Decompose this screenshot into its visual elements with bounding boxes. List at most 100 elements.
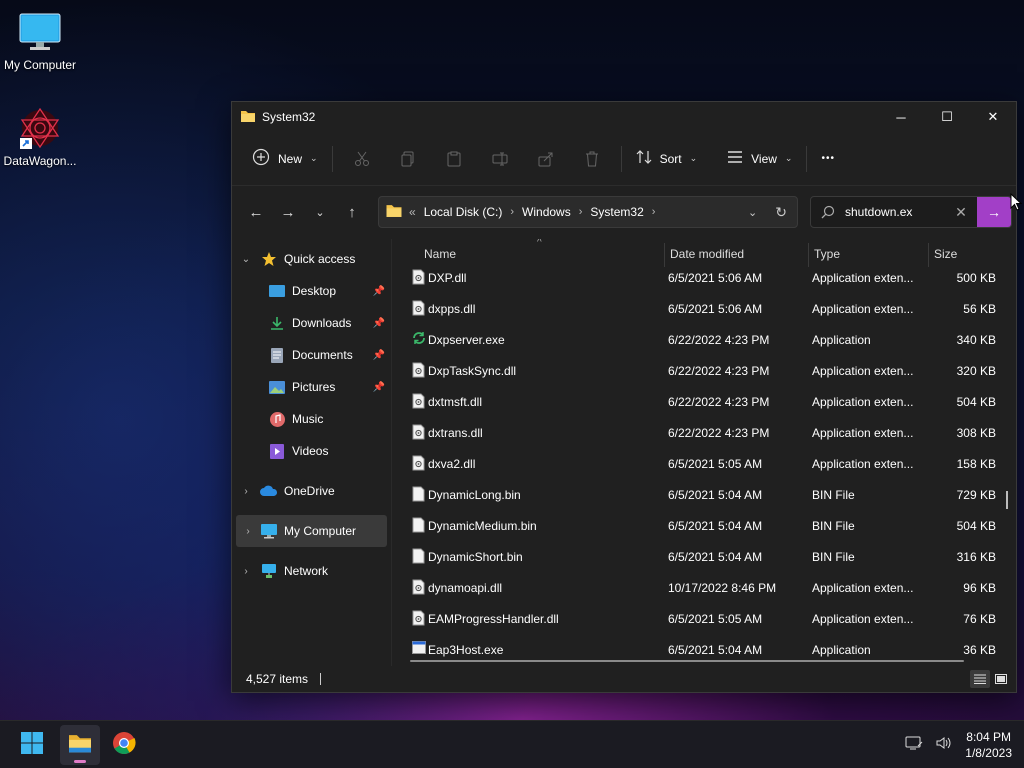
details-view-icon[interactable] [970, 670, 990, 688]
share-icon[interactable] [523, 142, 569, 176]
file-row[interactable]: DynamicShort.bin 6/5/2021 5:04 AM BIN File… [392, 542, 1016, 573]
file-row[interactable]: dxva2.dll 6/5/2021 5:05 AM Application ext… [392, 449, 1016, 480]
file-name: dxva2.dll [428, 457, 476, 471]
nav-onedrive[interactable]: › OneDrive [232, 475, 391, 507]
file-date: 6/22/2022 4:23 PM [668, 333, 770, 347]
nav-downloads[interactable]: Downloads 📌 [232, 307, 391, 339]
desktop-icon-datawagon[interactable]: DataWagon... [0, 106, 80, 168]
file-row[interactable]: DxpTaskSync.dll 6/22/2022 4:23 PM Applicat… [392, 356, 1016, 387]
chevron-right-icon[interactable]: › [232, 486, 260, 497]
file-row[interactable]: dxtmsft.dll 6/22/2022 4:23 PM Application … [392, 387, 1016, 418]
nav-pictures[interactable]: Pictures 📌 [232, 371, 391, 403]
pin-icon[interactable]: 📌 [373, 286, 385, 297]
file-row[interactable]: dynamoapi.dll 10/17/2022 8:46 PM Applicati… [392, 573, 1016, 604]
taskbar-file-explorer[interactable] [60, 724, 100, 765]
file-name: dxpps.dll [428, 302, 476, 316]
file-row[interactable]: DXP.dll 6/5/2021 5:06 AM Application exten… [392, 263, 1016, 294]
nav-label: Quick access [284, 252, 356, 266]
address-bar[interactable]: « Local Disk (C:) › Windows › System32 ›… [378, 196, 798, 228]
file-size: 320 KB [956, 364, 996, 378]
desktop-icon-label: My Computer [3, 58, 77, 72]
folder-icon [385, 203, 403, 221]
back-arrow-icon[interactable]: ← [240, 196, 272, 228]
pin-icon[interactable]: 📌 [373, 382, 385, 393]
start-button[interactable] [12, 725, 52, 765]
cut-icon[interactable] [339, 142, 385, 176]
clear-search-icon[interactable]: ✕ [945, 197, 977, 227]
chevron-right-icon[interactable]: › [232, 566, 260, 577]
large-icons-view-icon[interactable] [992, 670, 1010, 688]
search-box: ✕ → [810, 196, 1012, 228]
chevron-down-icon[interactable]: ⌄ [232, 254, 260, 265]
clock[interactable]: 8:04 PM 1/8/2023 [965, 729, 1012, 761]
chevron-right-icon[interactable]: › [510, 206, 514, 218]
copy-icon[interactable] [385, 142, 431, 176]
forward-arrow-icon[interactable]: → [272, 196, 304, 228]
nav-quick-access[interactable]: ⌄ Quick access [232, 243, 391, 275]
nav-documents[interactable]: Documents 📌 [232, 339, 391, 371]
pin-icon[interactable]: 📌 [373, 318, 385, 329]
volume-icon[interactable] [935, 735, 953, 754]
file-row[interactable]: Dxpserver.exe 6/22/2022 4:23 PM Applicatio… [392, 325, 1016, 356]
file-name: dynamoapi.dll [428, 581, 503, 595]
desktop-icon-my-computer[interactable]: My Computer [0, 10, 80, 72]
file-row[interactable]: EAMProgressHandler.dll 6/5/2021 5:05 AM Ap… [392, 604, 1016, 635]
file-date: 10/17/2022 8:46 PM [668, 581, 777, 595]
more-options-button[interactable]: ••• [813, 142, 843, 176]
paste-icon[interactable] [431, 142, 477, 176]
file-row[interactable]: dxpps.dll 6/5/2021 5:06 AM Application ext… [392, 294, 1016, 325]
column-header-size[interactable]: Size [934, 247, 957, 261]
overflow-breadcrumb-icon[interactable]: « [409, 205, 416, 219]
close-button[interactable]: ✕ [970, 102, 1016, 132]
network-icon [260, 563, 278, 579]
chevron-right-icon[interactable]: › [236, 526, 260, 537]
up-arrow-icon[interactable]: ↑ [336, 196, 368, 228]
column-header-date[interactable]: Date modified [670, 247, 744, 261]
chevron-right-icon[interactable]: › [579, 206, 583, 218]
nav-my-computer[interactable]: › My Computer [236, 515, 387, 547]
file-name: Eap3Host.exe [428, 643, 504, 657]
dll-file-icon [412, 610, 426, 627]
chevron-right-icon[interactable]: › [652, 206, 656, 218]
rename-icon[interactable] [477, 142, 523, 176]
vertical-scrollbar[interactable] [1006, 491, 1008, 509]
blank-file-icon [412, 486, 426, 503]
network-status-icon[interactable] [905, 735, 923, 754]
breadcrumb-local-disk[interactable]: Local Disk (C:) [424, 205, 503, 219]
nav-videos[interactable]: Videos [232, 435, 391, 467]
pin-icon[interactable]: 📌 [373, 350, 385, 361]
download-icon [268, 315, 286, 331]
sort-icon [636, 149, 652, 168]
breadcrumb-windows[interactable]: Windows [522, 205, 571, 219]
new-button[interactable]: New ⌄ [244, 142, 326, 176]
file-type: Application exten... [812, 271, 914, 285]
maximize-button[interactable]: ☐ [924, 102, 970, 132]
minimize-button[interactable]: ─ [878, 102, 924, 132]
file-date: 6/5/2021 5:04 AM [668, 643, 763, 657]
file-row[interactable]: DynamicLong.bin 6/5/2021 5:04 AM BIN File 7… [392, 480, 1016, 511]
sort-button[interactable]: Sort ⌄ [628, 142, 706, 176]
view-button[interactable]: View ⌄ [719, 142, 800, 176]
file-date: 6/5/2021 5:05 AM [668, 612, 763, 626]
search-submit-arrow-icon[interactable]: → [977, 197, 1011, 227]
address-history-dropdown-icon[interactable]: ⌄ [748, 206, 757, 219]
delete-icon[interactable] [569, 142, 615, 176]
recent-locations-chevron-icon[interactable]: ⌄ [304, 196, 336, 228]
file-type: BIN File [812, 519, 855, 533]
search-input[interactable] [845, 197, 945, 227]
file-row[interactable]: dxtrans.dll 6/22/2022 4:23 PM Application … [392, 418, 1016, 449]
nav-network[interactable]: › Network [232, 555, 391, 587]
horizontal-scrollbar[interactable] [410, 660, 964, 662]
column-header-type[interactable]: Type [814, 247, 840, 261]
column-header-name[interactable]: Name [424, 247, 456, 261]
file-date: 6/5/2021 5:06 AM [668, 271, 763, 285]
refresh-icon[interactable]: ↻ [775, 204, 787, 221]
nav-desktop[interactable]: Desktop 📌 [232, 275, 391, 307]
title-bar[interactable]: System32 ─ ☐ ✕ [232, 102, 1016, 132]
taskbar-chrome[interactable] [104, 725, 144, 765]
breadcrumb-system32[interactable]: System32 [590, 205, 643, 219]
star-icon [260, 251, 278, 267]
file-type: BIN File [812, 488, 855, 502]
file-row[interactable]: DynamicMedium.bin 6/5/2021 5:04 AM BIN Fil… [392, 511, 1016, 542]
nav-music[interactable]: Music [232, 403, 391, 435]
